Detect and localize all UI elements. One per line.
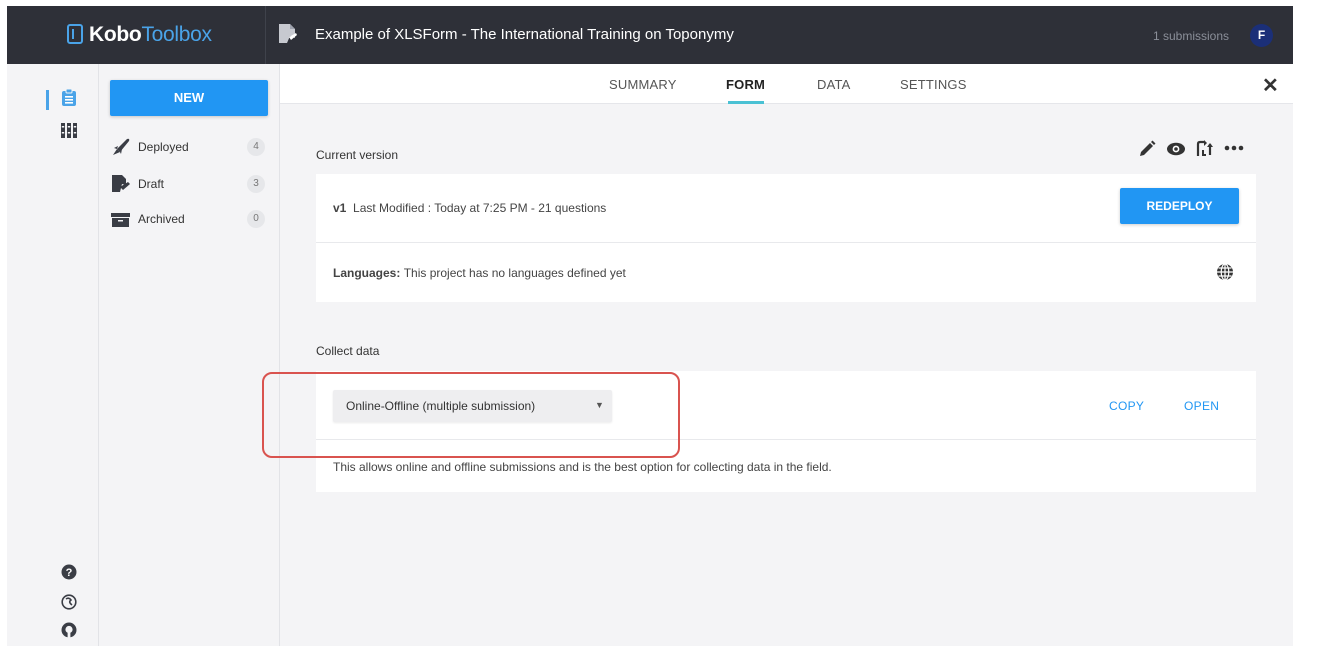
version-number: v1 [333, 201, 347, 215]
form-actions [1138, 138, 1258, 160]
sidebar-item-label: Archived [138, 212, 185, 226]
redeploy-button[interactable]: REDEPLOY [1120, 188, 1239, 224]
user-avatar[interactable]: F [1250, 24, 1273, 47]
sidebar-item-draft[interactable]: Draft 3 [111, 173, 271, 195]
globe-icon[interactable] [1216, 263, 1234, 281]
sidebar-item-label: Deployed [138, 140, 189, 154]
last-modified-text: Last Modified : Today at 7:25 PM - 21 qu… [353, 201, 607, 215]
current-version-card: v1 Last Modified : Today at 7:25 PM - 21… [316, 174, 1256, 302]
sidebar-item-archived[interactable]: Archived 0 [111, 208, 271, 230]
new-project-button[interactable]: NEW [110, 80, 268, 116]
edit-pencil-icon[interactable] [1138, 140, 1156, 158]
draft-form-icon [112, 175, 130, 192]
languages-row: Languages: This project has no languages… [333, 266, 626, 280]
support-icon[interactable] [61, 594, 77, 610]
tab-data[interactable]: DATA [817, 77, 851, 92]
copy-link-button[interactable]: COPY [1109, 399, 1144, 413]
rail-active-indicator [46, 90, 49, 110]
logo-toolbox-text: Toolbox [141, 23, 212, 46]
tab-settings[interactable]: SETTINGS [900, 77, 967, 92]
deployed-form-icon [279, 24, 297, 43]
library-icon[interactable] [61, 122, 78, 139]
replace-form-icon[interactable] [1195, 140, 1215, 158]
kobo-logo-icon [67, 24, 83, 44]
archive-icon [111, 213, 130, 227]
more-options-icon[interactable] [1224, 145, 1244, 151]
collect-description: This allows online and offline submissio… [333, 460, 832, 474]
project-title: Example of XLSForm - The International T… [315, 26, 734, 43]
main-content: SUMMARY FORM DATA SETTINGS ✕ Current ver… [280, 64, 1293, 646]
projects-icon[interactable] [61, 89, 77, 107]
project-tabs: SUMMARY FORM DATA SETTINGS ✕ [280, 64, 1293, 104]
help-icon[interactable]: ? [61, 564, 77, 580]
app-frame: KoboToolbox Example of XLSForm - The Int… [7, 6, 1293, 646]
github-icon[interactable] [61, 622, 77, 638]
collect-data-label: Collect data [316, 344, 380, 358]
close-icon[interactable]: ✕ [1262, 73, 1279, 98]
archived-count-badge: 0 [247, 210, 265, 228]
top-bar: KoboToolbox Example of XLSForm - The Int… [7, 6, 1293, 64]
languages-label: Languages: [333, 266, 401, 280]
sidebar: NEW Deployed 4 Draft 3 Archived 0 [99, 64, 280, 646]
kobotoolbox-logo[interactable]: KoboToolbox [67, 23, 212, 47]
languages-text: This project has no languages defined ye… [403, 266, 626, 280]
sidebar-item-label: Draft [138, 177, 165, 191]
rocket-icon [113, 138, 130, 155]
active-tab-indicator [728, 101, 764, 104]
logo-kobo-text: Kobo [89, 23, 142, 46]
preview-eye-icon[interactable] [1166, 142, 1186, 156]
icon-rail: ? [7, 64, 99, 646]
tab-summary[interactable]: SUMMARY [609, 77, 677, 92]
tab-form[interactable]: FORM [726, 77, 765, 92]
submissions-count: 1 submissions [1153, 29, 1230, 43]
row-divider [316, 242, 1256, 243]
current-version-label: Current version [316, 148, 399, 162]
logo-divider [265, 6, 266, 64]
version-row: v1 Last Modified : Today at 7:25 PM - 21… [333, 201, 606, 215]
open-link-button[interactable]: OPEN [1184, 399, 1219, 413]
sidebar-item-deployed[interactable]: Deployed 4 [111, 136, 271, 158]
deployed-count-badge: 4 [247, 138, 265, 156]
highlight-annotation [262, 372, 680, 458]
draft-count-badge: 3 [247, 175, 265, 193]
svg-text:?: ? [66, 567, 73, 579]
